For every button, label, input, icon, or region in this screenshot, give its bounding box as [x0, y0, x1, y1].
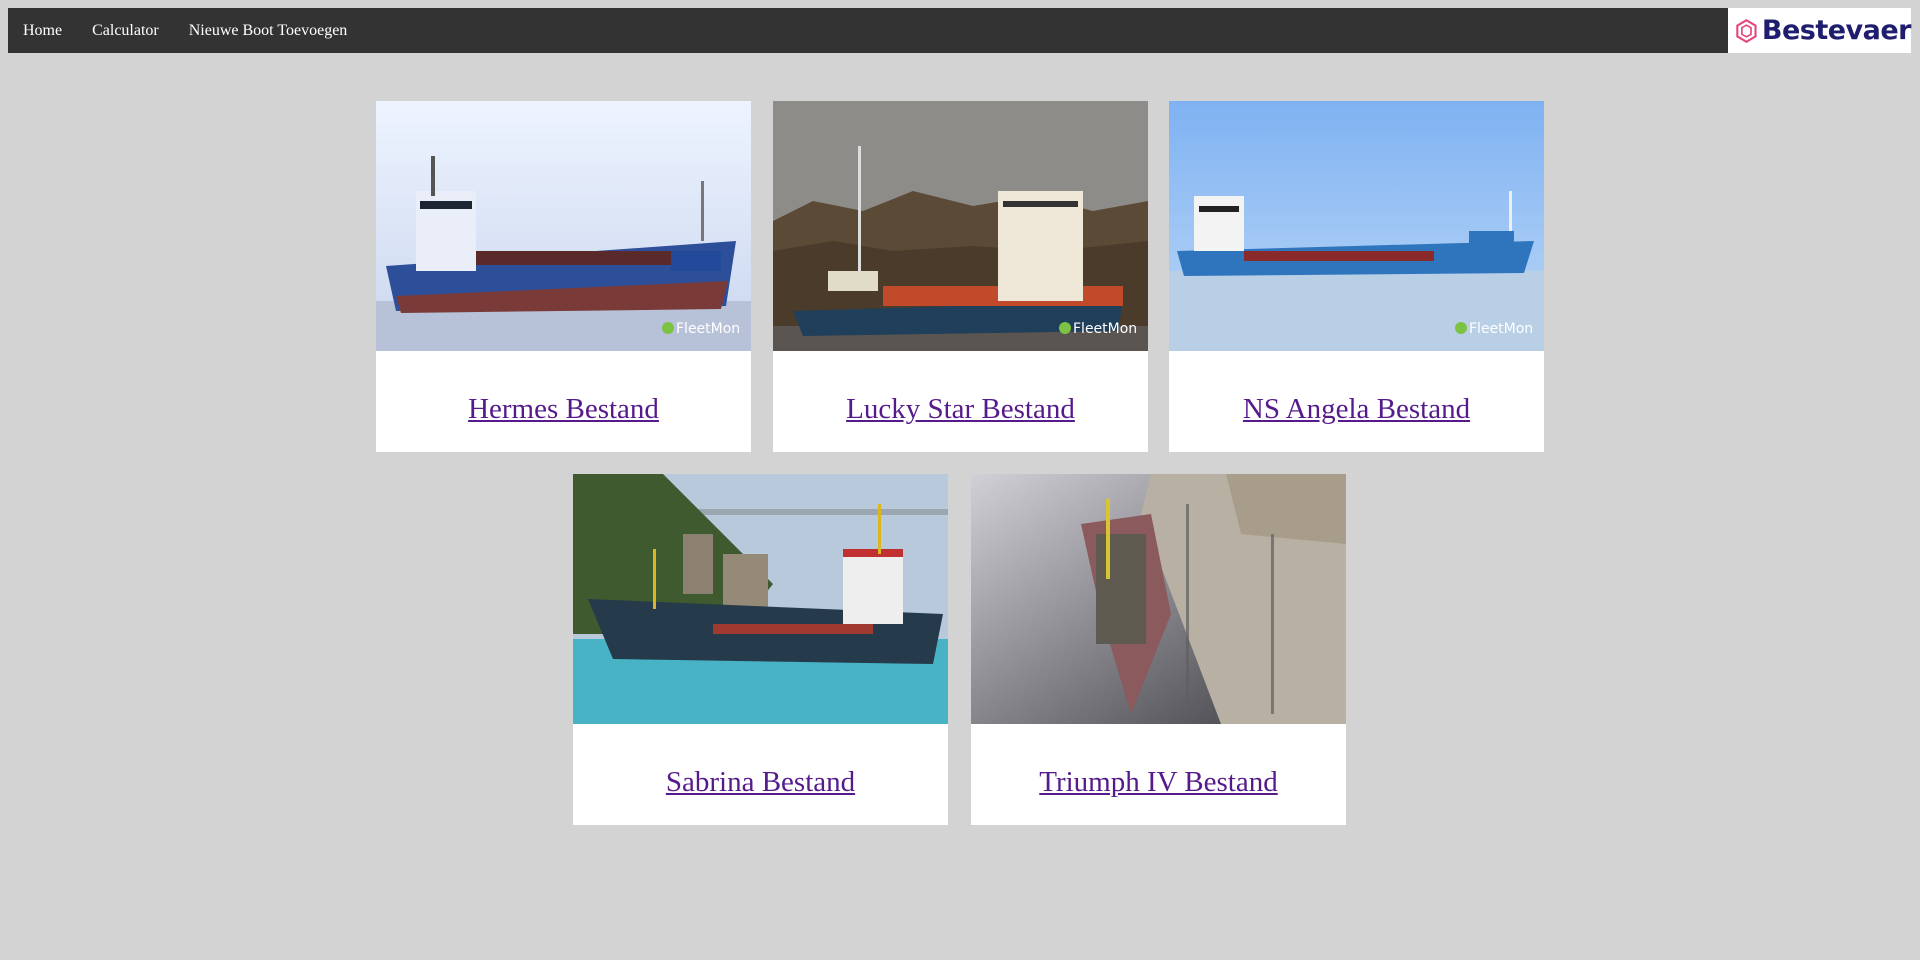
boat-card-hermes: FleetMon Hermes Bestand [376, 101, 751, 452]
boat-card-triumph-iv: Triumph IV Bestand [971, 474, 1346, 825]
boat-link-sabrina[interactable]: Sabrina Bestand [573, 766, 948, 799]
boat-photo-hermes: FleetMon [376, 101, 751, 351]
nav-menu: Home Calculator Nieuwe Boot Toevoegen [8, 8, 362, 53]
boat-photo-lucky-star: FleetMon [773, 101, 1148, 351]
boat-photo-triumph-iv [971, 474, 1346, 724]
nav-add-boat-link[interactable]: Nieuwe Boot Toevoegen [174, 8, 363, 53]
boat-link-triumph-iv[interactable]: Triumph IV Bestand [971, 766, 1346, 799]
boat-card-ns-angela: FleetMon NS Angela Bestand [1169, 101, 1544, 452]
boat-card-sabrina: Sabrina Bestand [573, 474, 948, 825]
boat-card-lucky-star: FleetMon Lucky Star Bestand [773, 101, 1148, 452]
watermark-text: FleetMon [1469, 321, 1533, 337]
nav-calculator-link[interactable]: Calculator [77, 8, 174, 53]
nav-home-link[interactable]: Home [8, 8, 77, 53]
boat-link-ns-angela[interactable]: NS Angela Bestand [1169, 393, 1544, 426]
watermark-text: FleetMon [676, 321, 740, 337]
boat-link-hermes[interactable]: Hermes Bestand [376, 393, 751, 426]
brand-name: Bestevaer [1761, 15, 1912, 46]
boat-photo-ns-angela: FleetMon [1169, 101, 1544, 351]
boat-photo-sabrina [573, 474, 948, 724]
watermark-text: FleetMon [1073, 321, 1137, 337]
brand-logo[interactable]: Bestevaer [1728, 8, 1912, 53]
top-navbar: Home Calculator Nieuwe Boot Toevoegen Be… [8, 8, 1912, 53]
boat-link-lucky-star[interactable]: Lucky Star Bestand [773, 393, 1148, 426]
hexagon-logo-icon [1736, 18, 1757, 43]
